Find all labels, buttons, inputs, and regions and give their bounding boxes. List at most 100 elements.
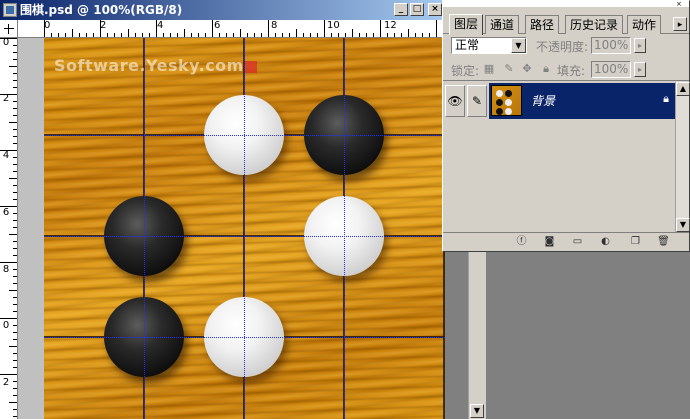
guide-line[interactable] (344, 38, 345, 419)
vertical-ruler[interactable]: 0 2 4 6 8 0 2 (0, 38, 18, 419)
scroll-down-button[interactable]: ▼ (676, 218, 690, 232)
tab-actions[interactable]: 动作 (627, 15, 662, 34)
guide-line[interactable] (44, 135, 445, 136)
ruler-tick (261, 33, 262, 37)
go-board-image[interactable]: Software.Yesky.com (44, 38, 445, 419)
scroll-up-button[interactable]: ▲ (676, 82, 690, 96)
layer-row[interactable]: 👁︎ ✎ 背景 🔒︎ (443, 83, 675, 119)
ruler-label: 6 (214, 20, 221, 31)
folder-icon[interactable]: ▭ (571, 236, 584, 248)
thumb-stone (496, 108, 503, 115)
lock-label: 锁定: (451, 64, 480, 78)
trash-icon[interactable]: 🗑︎ (657, 236, 670, 248)
guide-line[interactable] (44, 337, 445, 338)
ruler-tick (254, 33, 255, 37)
ruler-tick (86, 33, 87, 37)
minimize-button[interactable]: _ (394, 3, 408, 16)
ruler-tick (13, 73, 17, 74)
layer-list: 👁︎ ✎ 背景 🔒︎ (443, 82, 675, 232)
ruler-tick (13, 185, 17, 186)
fill-field[interactable]: 100% (591, 61, 631, 78)
lock-position-icon[interactable]: ✥ (521, 63, 533, 75)
lock-pixels-icon[interactable]: ✎ (503, 63, 515, 75)
ruler-tick (13, 143, 17, 144)
ruler-tick (13, 199, 17, 200)
guide-line[interactable] (244, 38, 245, 419)
lock-icon: 🔒︎ (663, 92, 669, 105)
ruler-tick (13, 269, 17, 270)
layer-style-icon[interactable]: ⓕ (515, 236, 528, 248)
ruler-tick (0, 318, 17, 319)
ruler-tick (13, 241, 17, 242)
eye-icon[interactable]: 👁︎ (445, 85, 465, 117)
ruler-tick (170, 33, 171, 37)
mask-icon[interactable]: ◙ (543, 236, 556, 248)
ruler-tick (9, 122, 17, 123)
watermark: Software.Yesky.com (54, 56, 257, 75)
ruler-label: 4 (157, 20, 164, 31)
ruler-tick (317, 33, 318, 37)
ruler-origin[interactable] (0, 20, 18, 38)
ruler-tick (408, 29, 409, 37)
ruler-tick (13, 87, 17, 88)
ruler-tick (72, 29, 73, 37)
layer-thumbnail (491, 85, 522, 116)
ruler-tick (13, 297, 17, 298)
layer-selected[interactable]: 背景 🔒︎ (489, 83, 675, 119)
tab-paths[interactable]: 路径 (525, 15, 560, 34)
ruler-tick (352, 29, 353, 37)
layer-list-scrollbar[interactable]: ▲ ▼ (675, 82, 690, 232)
scroll-down-button[interactable]: ▼ (470, 404, 484, 418)
brush-icon[interactable]: ✎ (467, 85, 487, 117)
document-titlebar[interactable]: 围棋.psd @ 100%(RGB/8) (0, 0, 445, 20)
opacity-field[interactable]: 100% (591, 37, 631, 54)
ruler-tick (415, 33, 416, 37)
lock-transparency-icon[interactable]: ▦ (483, 63, 495, 75)
ruler-tick (13, 108, 17, 109)
ruler-label: 8 (271, 20, 278, 31)
ruler-tick (0, 150, 17, 151)
lock-all-icon[interactable]: 🔒︎ (540, 63, 552, 75)
chevron-down-icon[interactable]: ▼ (511, 38, 526, 53)
canvas-area[interactable]: Software.Yesky.com (18, 38, 445, 419)
ruler-tick (13, 115, 17, 116)
guide-line[interactable] (44, 236, 445, 237)
adjustment-icon[interactable]: ◐ (599, 236, 612, 248)
layer-name[interactable]: 背景 (531, 92, 555, 109)
tab-layers[interactable]: 图层 (449, 14, 484, 35)
ruler-tick (9, 66, 17, 67)
ruler-tick (114, 33, 115, 37)
fill-slider-button[interactable]: ▸ (634, 62, 646, 77)
new-layer-icon[interactable]: ❐ (629, 236, 642, 248)
ruler-tick (0, 262, 17, 263)
palette-menu-button[interactable]: ▸ (673, 17, 687, 31)
ruler-tick (13, 220, 17, 221)
ruler-tick (401, 33, 402, 37)
ruler-tick (13, 164, 17, 165)
ruler-tick (65, 33, 66, 37)
ruler-tick (198, 33, 199, 37)
palette-tabs: 图层 通道 路径 历史记录 动作 ▸ (443, 7, 689, 35)
close-button[interactable]: × (428, 3, 442, 16)
ruler-tick (13, 101, 17, 102)
opacity-slider-button[interactable]: ▸ (634, 38, 646, 53)
tab-history[interactable]: 历史记录 (565, 15, 624, 34)
horizontal-ruler[interactable]: 0 2 4 6 8 10 12 (18, 20, 445, 38)
maximize-button[interactable]: □ (410, 3, 424, 16)
ruler-tick (324, 20, 325, 37)
document-scrollbar[interactable]: ▼ (468, 252, 486, 419)
ruler-tick (0, 94, 17, 95)
ruler-label: 0 (2, 320, 10, 331)
watermark-stamp-icon (244, 60, 257, 73)
ruler-tick (149, 33, 150, 37)
ruler-tick (205, 33, 206, 37)
blend-mode-select[interactable]: 正常 ▼ (451, 37, 527, 54)
ruler-tick (9, 290, 17, 291)
guide-line[interactable] (144, 38, 145, 419)
ruler-label: 10 (327, 20, 340, 31)
ruler-label: 8 (2, 264, 10, 275)
ruler-tick (13, 304, 17, 305)
ruler-tick (13, 353, 17, 354)
tab-channels[interactable]: 通道 (485, 15, 520, 34)
ruler-tick (51, 33, 52, 37)
